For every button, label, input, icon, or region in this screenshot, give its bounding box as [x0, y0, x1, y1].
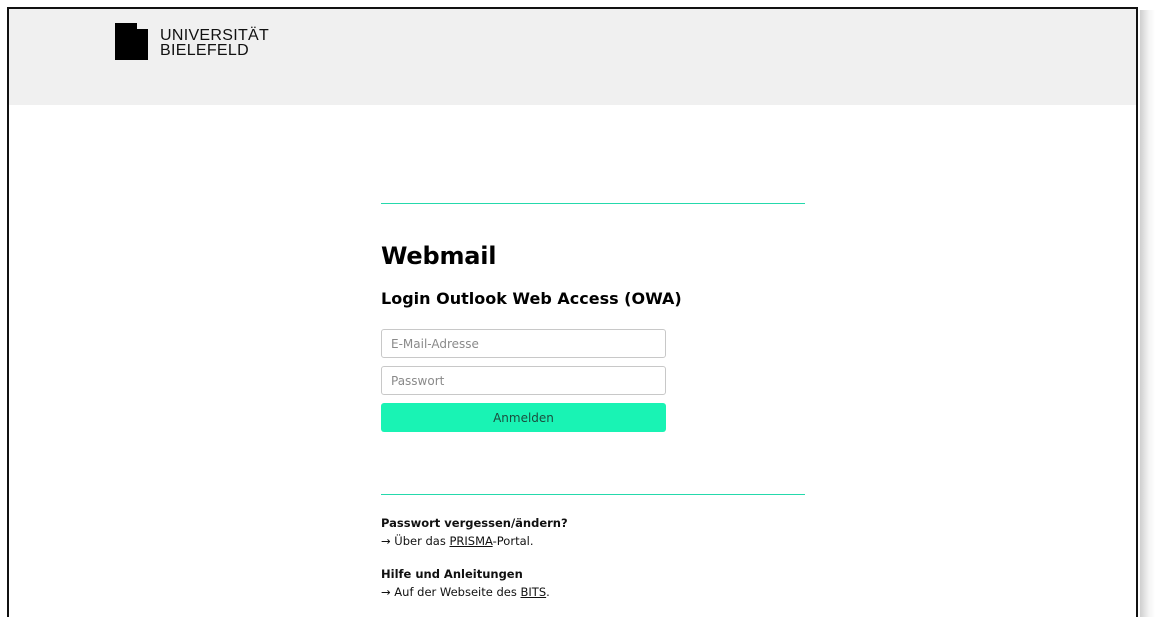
- page-title: Webmail: [381, 242, 497, 270]
- support-help-suffix: .: [546, 585, 550, 599]
- logo-wordmark: UNIVERSITÄT BIELEFELD: [160, 22, 270, 59]
- support-help: Hilfe und Anleitungen → Auf der Webseite…: [381, 565, 805, 601]
- support-help-text: → Auf der Webseite des BITS.: [381, 583, 805, 601]
- browser-page: UNIVERSITÄT BIELEFELD Webmail Login Outl…: [7, 7, 1138, 617]
- login-button[interactable]: Anmelden: [381, 403, 666, 432]
- site-header: UNIVERSITÄT BIELEFELD: [9, 9, 1136, 105]
- password-field[interactable]: [381, 366, 666, 395]
- support-help-prefix: → Auf der Webseite des: [381, 585, 521, 599]
- support-help-title: Hilfe und Anleitungen: [381, 567, 523, 581]
- password-help-text: → Über das PRISMA-Portal.: [381, 532, 805, 550]
- password-help-prefix: → Über das: [381, 534, 450, 548]
- bottom-divider: [381, 494, 805, 495]
- password-help: Passwort vergessen/ändern? → Über das PR…: [381, 514, 805, 550]
- logo-line-2: BIELEFELD: [160, 42, 249, 59]
- help-section: Passwort vergessen/ändern? → Über das PR…: [381, 514, 805, 601]
- login-subtitle: Login Outlook Web Access (OWA): [381, 289, 682, 308]
- prisma-link[interactable]: PRISMA: [449, 534, 492, 548]
- screenshot-frame: UNIVERSITÄT BIELEFELD Webmail Login Outl…: [0, 0, 1155, 617]
- logo-line-1: UNIVERSITÄT: [160, 27, 270, 44]
- window-shadow: [1140, 10, 1155, 617]
- password-help-title: Passwort vergessen/ändern?: [381, 516, 568, 530]
- university-logo[interactable]: UNIVERSITÄT BIELEFELD: [115, 22, 269, 60]
- password-help-suffix: -Portal.: [492, 534, 534, 548]
- bits-link[interactable]: BITS: [521, 585, 547, 599]
- login-form: Anmelden: [381, 329, 666, 432]
- email-field[interactable]: [381, 329, 666, 358]
- top-divider: [381, 203, 805, 204]
- logo-mark-icon: [115, 23, 148, 60]
- login-panel: Webmail Login Outlook Web Access (OWA) A…: [381, 203, 805, 601]
